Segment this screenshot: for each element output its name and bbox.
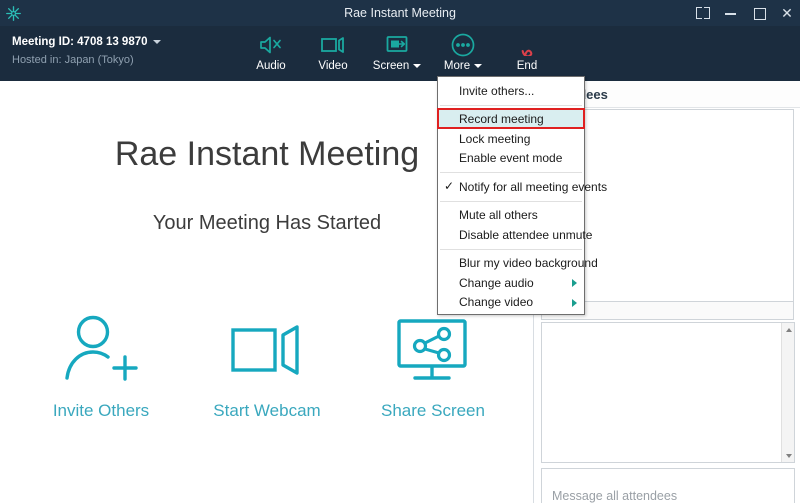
audio-label: Audio (256, 60, 286, 72)
menu-separator (440, 104, 582, 106)
toolbar-buttons: Audio Video Screen More End (240, 26, 558, 81)
menu-item-blur-video-background[interactable]: Blur my video background (438, 254, 598, 274)
menu-item-label: Record meeting (459, 112, 544, 127)
scroll-up-icon[interactable] (782, 323, 795, 336)
menu-item-record-meeting[interactable]: Record meeting (438, 109, 584, 129)
camera-icon (319, 32, 347, 58)
screen-button[interactable]: Screen (364, 26, 430, 72)
menu-item-label: Lock meeting (459, 131, 531, 146)
check-icon: ✓ (444, 179, 455, 193)
share-screen-action[interactable]: Share Screen (358, 311, 508, 421)
menu-item-label: Enable event mode (459, 151, 563, 166)
more-button[interactable]: More (430, 26, 496, 72)
window-controls: ✕ (696, 0, 794, 26)
close-icon[interactable]: ✕ (780, 6, 794, 20)
video-button[interactable]: Video (302, 26, 364, 72)
menu-separator (440, 248, 582, 250)
hangup-phone-icon (512, 32, 542, 58)
menu-item-invite-others[interactable]: Invite others... (438, 81, 584, 101)
menu-item-lock-meeting[interactable]: Lock meeting (438, 129, 584, 149)
audio-button[interactable]: Audio (240, 26, 302, 72)
meeting-id-label: Meeting ID: 4708 13 9870 (12, 36, 148, 48)
menu-item-label: Blur my video background (459, 256, 598, 271)
message-composer (541, 468, 795, 503)
menu-item-label: Change audio (459, 275, 534, 290)
message-input[interactable] (542, 469, 794, 503)
start-webcam-action[interactable]: Start Webcam (192, 311, 342, 421)
maximize-icon[interactable] (752, 6, 766, 20)
meeting-id-dropdown[interactable]: Meeting ID: 4708 13 9870 (12, 36, 161, 48)
menu-separator (440, 172, 582, 173)
menu-item-label: Change video (459, 295, 534, 310)
menu-item-change-video[interactable]: Change video (438, 293, 584, 313)
app-window: Rae Instant Meeting ✕ Meeting ID: 4708 1… (0, 0, 800, 503)
video-camera-icon (221, 311, 313, 391)
menu-item-change-audio[interactable]: Change audio (438, 273, 584, 293)
more-label-text: More (443, 60, 471, 72)
end-button[interactable]: End (496, 26, 558, 72)
window-title: Rae Instant Meeting (344, 6, 456, 20)
minimize-icon[interactable] (724, 6, 738, 20)
more-dropdown-menu: Invite others... Record meeting Lock mee… (437, 76, 607, 315)
start-webcam-label: Start Webcam (213, 401, 321, 420)
menu-item-label: Mute all others (459, 208, 538, 223)
screen-label-text: Screen (372, 60, 410, 72)
title-bar: Rae Instant Meeting ✕ (0, 0, 800, 26)
menu-item-enable-event-mode[interactable]: Enable event mode (438, 149, 584, 169)
more-label: More (443, 60, 483, 72)
chevron-down-icon (152, 40, 161, 44)
submenu-arrow-icon (572, 298, 577, 307)
hosted-in-label: Hosted in: Japan (Tokyo) (12, 54, 134, 66)
chevron-down-icon (413, 64, 422, 68)
menu-item-label: Invite others... (459, 83, 535, 98)
chevron-down-icon (474, 64, 483, 68)
menu-separator (440, 200, 582, 202)
submenu-arrow-icon (572, 279, 577, 287)
share-screen-label: Share Screen (381, 401, 485, 420)
screen-label: Screen (372, 60, 422, 72)
invite-others-action[interactable]: Invite Others (26, 311, 176, 421)
menu-item-mute-all-others[interactable]: Mute all others (438, 206, 584, 226)
meeting-toolbar: Meeting ID: 4708 13 9870 Hosted in: Japa… (0, 26, 800, 81)
end-label: End (516, 60, 538, 72)
chat-scrollbar[interactable] (781, 323, 794, 462)
screen-share-icon (384, 32, 410, 58)
speaker-muted-icon (258, 32, 284, 58)
menu-item-label: Disable attendee unmute (459, 227, 593, 242)
monitor-share-icon (387, 311, 479, 391)
person-add-icon (57, 311, 145, 391)
menu-item-label: Notify for all meeting events (459, 179, 608, 194)
menu-item-disable-attendee-unmute[interactable]: Disable attendee unmute (438, 225, 592, 245)
quick-actions: Invite Others Start Webcam Share Screen (0, 311, 534, 421)
chat-transcript[interactable] (541, 322, 795, 463)
menu-item-notify-all-events[interactable]: ✓ Notify for all meeting events (438, 177, 607, 197)
video-label: Video (318, 60, 348, 72)
expand-icon[interactable] (696, 6, 710, 20)
scroll-down-icon[interactable] (782, 449, 795, 462)
more-dots-icon (450, 32, 476, 58)
meeting-info: Meeting ID: 4708 13 9870 Hosted in: Japa… (12, 36, 161, 66)
invite-others-label: Invite Others (52, 401, 150, 420)
